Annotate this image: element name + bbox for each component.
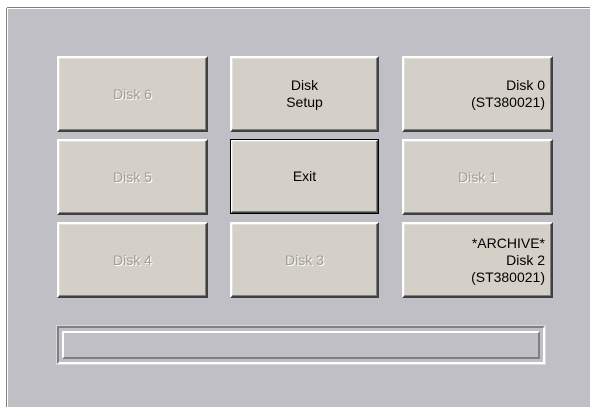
disk-0-button[interactable]: Disk 0 (ST380021) <box>402 56 553 132</box>
disk-0-label: Disk 0 (ST380021) <box>471 77 545 110</box>
disk-3-button[interactable]: Disk 3 <box>230 222 379 298</box>
disk-4-label: Disk 4 <box>113 251 152 268</box>
disk-4-button[interactable]: Disk 4 <box>57 222 208 298</box>
disk-2-label: *ARCHIVE* Disk 2 (ST380021) <box>471 234 545 285</box>
disk-6-button[interactable]: Disk 6 <box>57 56 208 132</box>
progress-track <box>62 331 540 359</box>
disk-setup-button[interactable]: Disk Setup <box>230 56 379 132</box>
exit-button[interactable]: Exit <box>230 139 379 214</box>
disk-6-label: Disk 6 <box>113 85 152 102</box>
disk-setup-label: Disk Setup <box>286 77 323 110</box>
exit-label: Exit <box>292 168 317 184</box>
progress-bar <box>57 326 545 364</box>
disk-1-label: Disk 1 <box>458 168 497 185</box>
disk-1-button[interactable]: Disk 1 <box>402 139 553 215</box>
disk-5-button[interactable]: Disk 5 <box>57 139 208 215</box>
disk-5-label: Disk 5 <box>113 168 152 185</box>
disk-3-label: Disk 3 <box>285 251 324 268</box>
disk-2-archive-button[interactable]: *ARCHIVE* Disk 2 (ST380021) <box>402 222 553 298</box>
